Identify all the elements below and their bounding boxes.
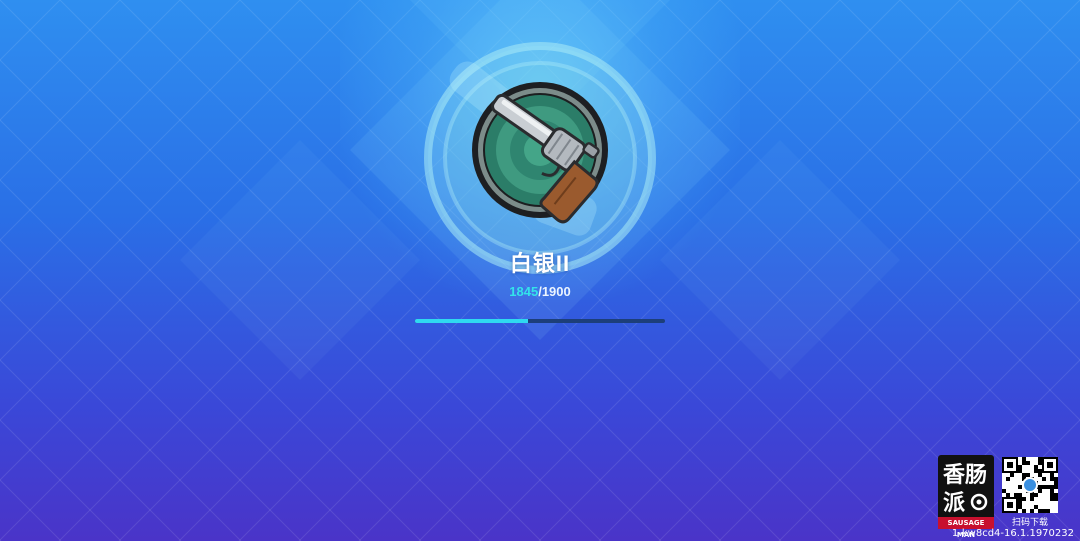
svg-text:肠: 肠 [965, 463, 987, 488]
sausage-man-logo: 香 肠 派 SAUSAGE MAN [938, 455, 994, 539]
rank-progress-fill [415, 319, 528, 323]
svg-text:派: 派 [943, 491, 965, 516]
rank-badge [415, 40, 665, 280]
rank-points-current: 1845 [509, 284, 539, 299]
rank-points-max: 1900 [541, 284, 571, 299]
build-id: 1-kw8cd4-16.1.1970232 [951, 528, 1074, 539]
rank-progress-bar [415, 319, 665, 323]
svg-text:香: 香 [943, 463, 965, 488]
rank-title: 白银II [509, 251, 571, 276]
rank-points-text: 1845/1900 [0, 284, 1080, 299]
qr-caption: 扫码下载 [1011, 518, 1048, 528]
qr-code [1002, 457, 1058, 513]
